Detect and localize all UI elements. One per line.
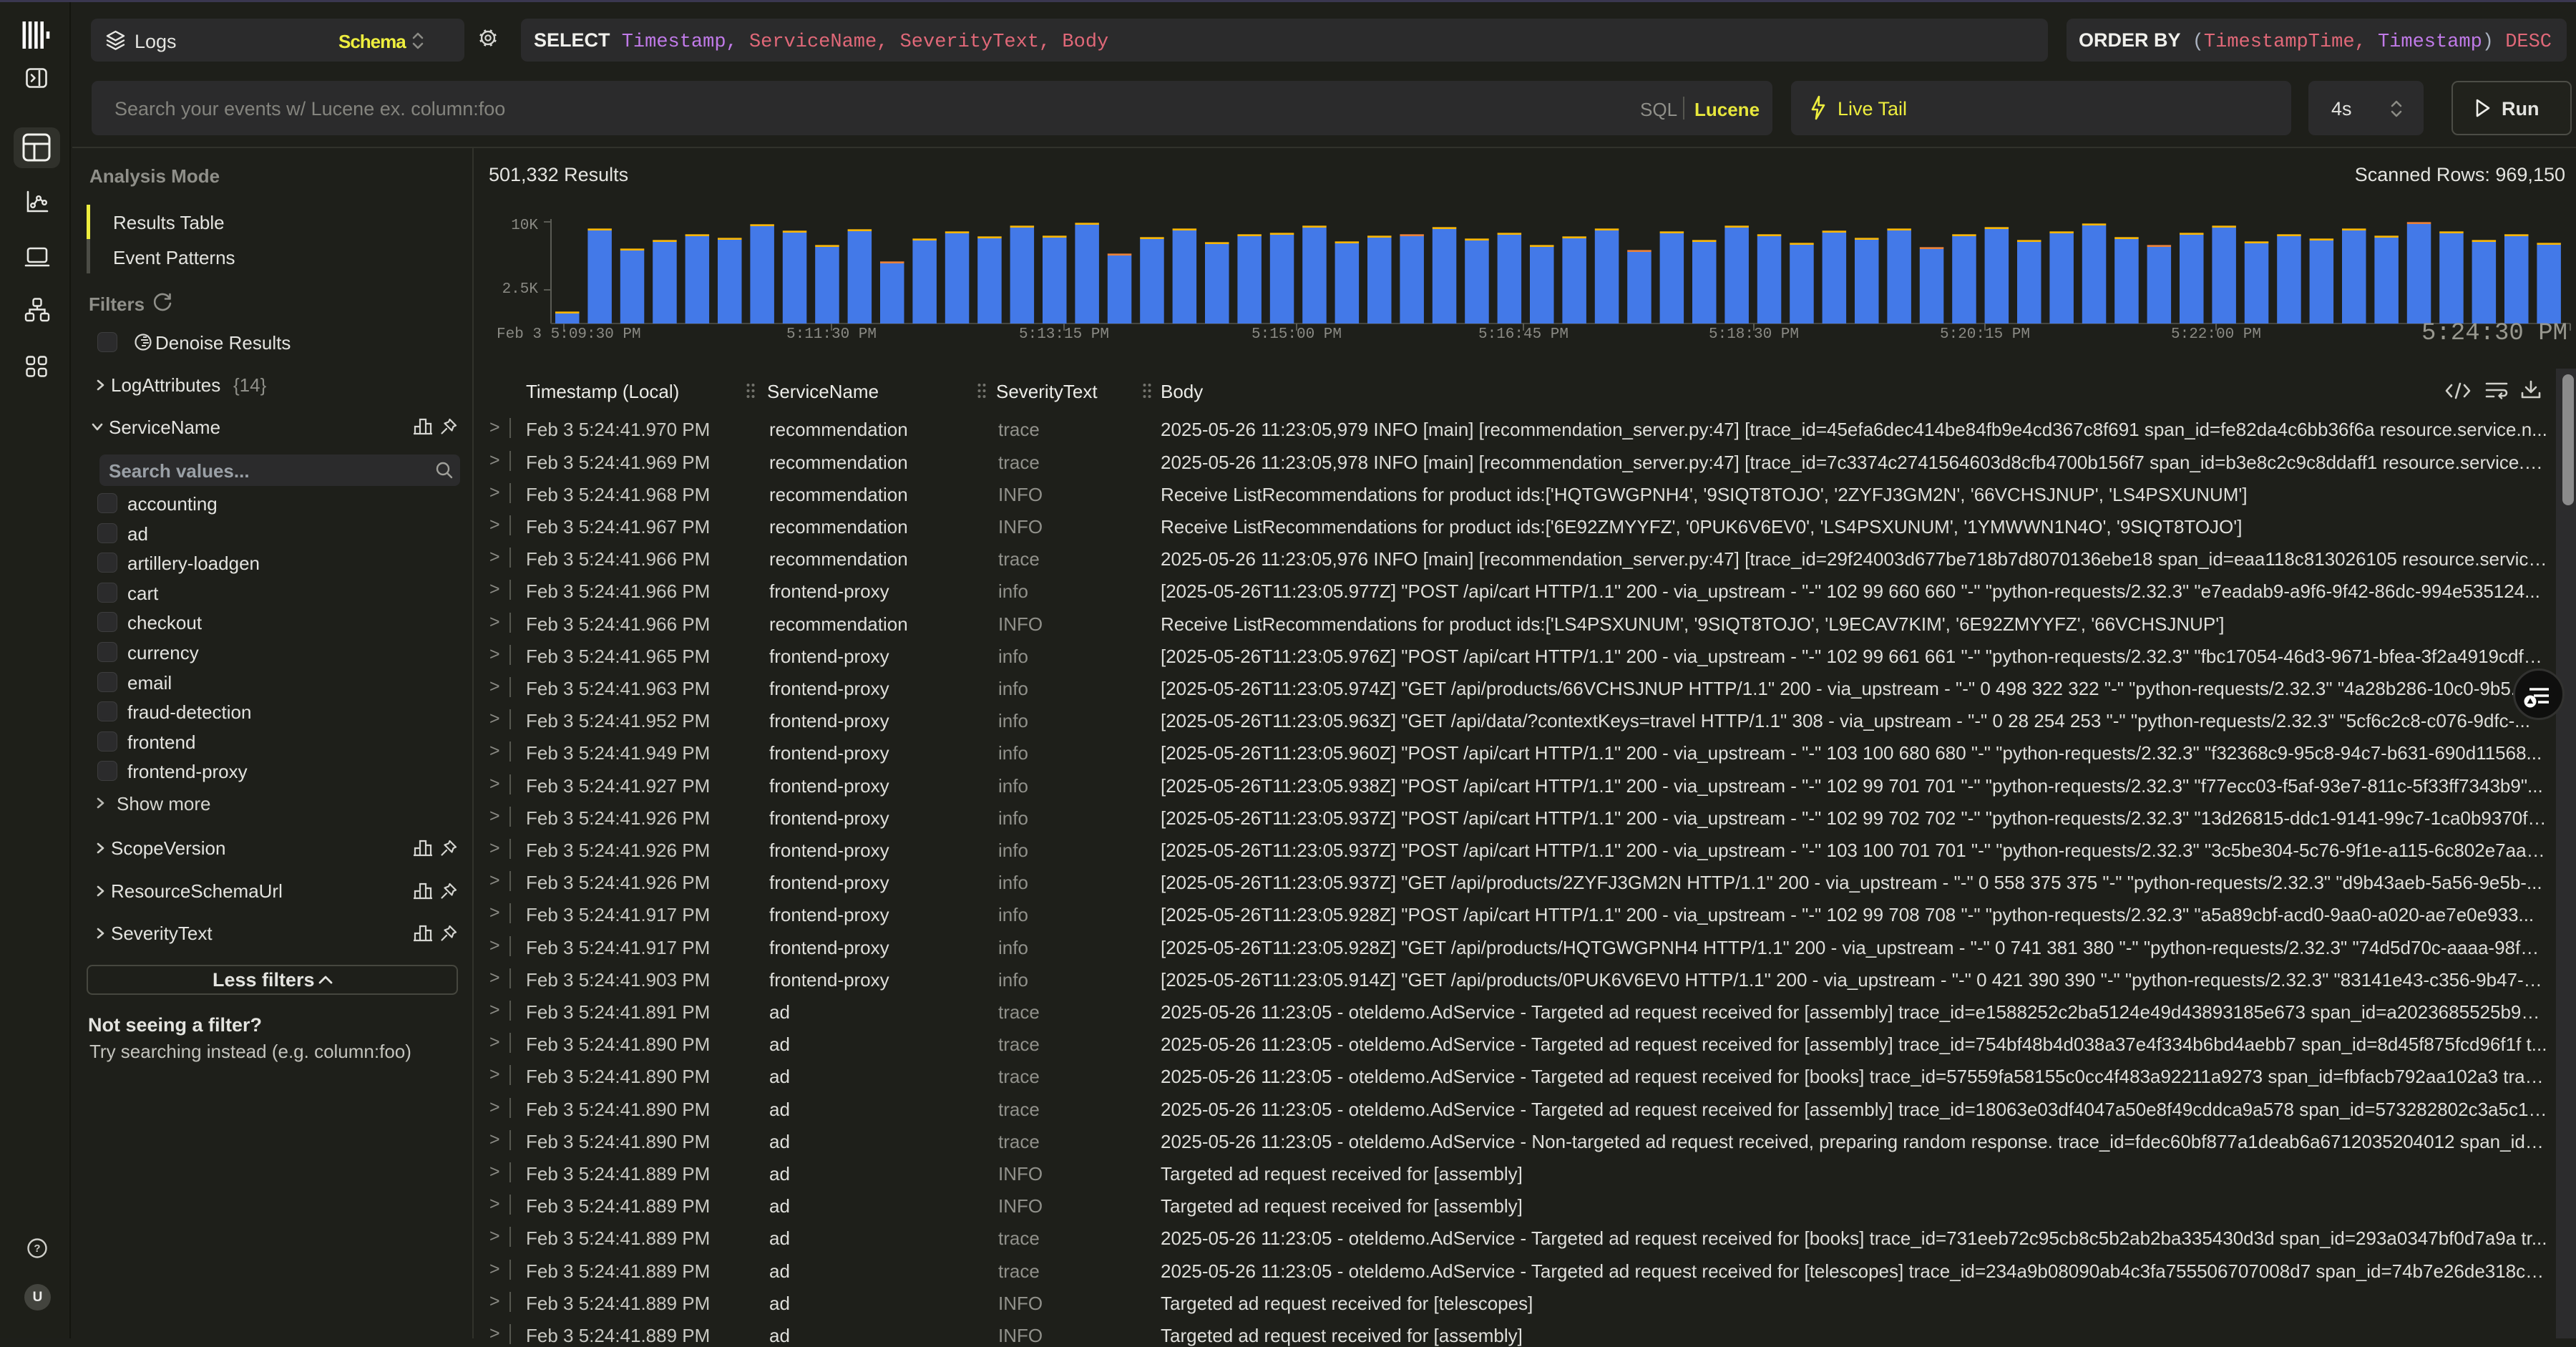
svg-text:?: ? xyxy=(34,1243,40,1255)
